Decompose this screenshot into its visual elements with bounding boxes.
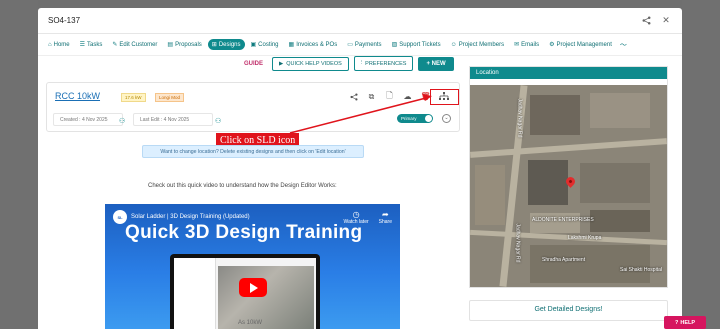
video-thumbnail-title: Quick 3D Design Training [125,222,363,243]
map-building [528,160,568,205]
location-info: Want to change location? Delete existing… [142,145,364,158]
location-panel: Location Jadhav Nagar Rd ALDONITE ENTERP… [469,66,668,288]
map-building [530,95,580,135]
map-building [580,163,650,203]
map-building [590,210,650,232]
map-building [530,213,580,233]
play-button[interactable] [239,278,267,297]
map-road [470,138,667,158]
get-detailed-designs-button[interactable]: Get Detailed Designs! [469,300,668,321]
map-label: Jadhav Nagar Rd [516,98,523,138]
below-video-text: As 10kW [238,320,263,326]
map-label: Sai Shakti Hospital [620,267,662,273]
help-button[interactable]: ? HELP [664,316,706,329]
help-label: HELP [680,319,696,326]
map-label: ALDONITE ENTERPRISES [532,217,594,223]
share-label: Share [378,219,392,225]
satellite-map[interactable]: Jadhav Nagar Rd ALDONITE ENTERPRISES Lak… [470,85,667,287]
map-building [590,93,650,128]
clock-icon: ◷ [352,210,360,219]
map-building [475,165,505,225]
video-player[interactable]: SL Solar Ladder | 3D Design Training (Up… [105,204,400,329]
share-arrow-icon: ➦ [381,210,389,219]
map-label: Shradha Apartment [542,257,586,263]
video-title: Solar Ladder | 3D Design Training (Updat… [131,214,250,220]
share-video-button[interactable]: ➦ Share [379,210,392,225]
location-header: Location [470,67,667,79]
map-label: Jadhav Nagar Rd [514,223,521,263]
thumbnail-sidebar [174,258,216,329]
map-building [530,245,650,283]
map-label: Lakshmi Krupa [568,235,602,241]
thumbnail-map [218,266,314,329]
help-icon: ? [674,319,679,326]
video-caption: Check out this quick video to understand… [148,183,337,189]
